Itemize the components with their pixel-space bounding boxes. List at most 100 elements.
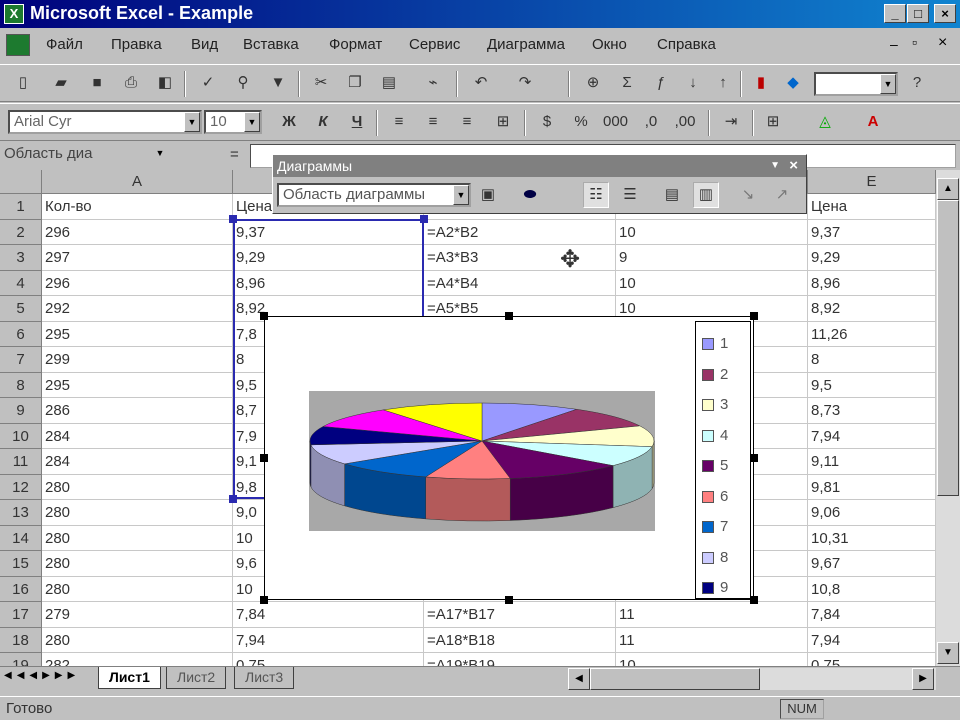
row-header[interactable]: 18 (0, 627, 42, 653)
menu-chart[interactable]: Диаграмма (487, 36, 565, 53)
by-column-icon[interactable]: ▥ (693, 182, 719, 208)
plot-area[interactable] (309, 391, 655, 531)
legend-item[interactable]: 1 (702, 328, 746, 359)
cell-e[interactable]: 9,5 (808, 372, 936, 398)
cell-a[interactable]: 299 (42, 347, 233, 373)
cell-a[interactable]: 280 (42, 576, 233, 602)
row-header[interactable]: 12 (0, 474, 42, 500)
cell-a[interactable]: 297 (42, 245, 233, 271)
font-select[interactable]: Arial Cyr ▼ (8, 110, 202, 134)
fill-color-icon[interactable]: ◬ (812, 109, 838, 135)
cell-a[interactable]: 282 (42, 653, 233, 666)
font-color-icon[interactable]: A (860, 109, 886, 135)
cell-a[interactable]: 280 (42, 474, 233, 500)
minimize-icon[interactable]: _ (884, 4, 906, 23)
menu-window[interactable]: Окно (592, 36, 627, 53)
doc-minimize-icon[interactable]: – (890, 36, 898, 52)
find-icon[interactable]: ⚲ (230, 70, 256, 96)
chart-handle[interactable] (505, 596, 513, 604)
row-header[interactable]: 2 (0, 219, 42, 245)
angle-text-down-icon[interactable]: ↘ (735, 182, 761, 208)
cell-e[interactable]: 9,81 (808, 474, 936, 500)
cell-b[interactable]: 7,94 (233, 627, 424, 653)
cell-c[interactable]: =A3*B3 (424, 245, 616, 271)
chart-handle[interactable] (750, 454, 758, 462)
scroll-thumb[interactable] (937, 200, 959, 496)
select-all-corner[interactable] (0, 170, 42, 194)
row-header[interactable]: 11 (0, 449, 42, 475)
chart-handle[interactable] (750, 596, 758, 604)
scroll-right-icon[interactable]: ▶ (912, 668, 934, 690)
decrease-decimal-icon[interactable]: ,00 (672, 109, 698, 135)
row-header[interactable]: 8 (0, 372, 42, 398)
chart-handle[interactable] (260, 596, 268, 604)
formula-equals[interactable]: = (230, 146, 239, 163)
legend-item[interactable]: 6 (702, 481, 746, 512)
doc-close-icon[interactable]: × (938, 34, 947, 52)
horizontal-scrollbar[interactable]: ◀ ▶ (568, 668, 936, 690)
cell-e[interactable]: 10,8 (808, 576, 936, 602)
cell-c[interactable]: =A19*B19 (424, 653, 616, 666)
chart-element-select[interactable]: Область диаграммы ▼ (277, 183, 471, 207)
font-size-select[interactable]: 10 ▼ (204, 110, 262, 134)
align-right-icon[interactable]: ≡ (454, 109, 480, 135)
cell-e[interactable]: 7,84 (808, 602, 936, 628)
row-header[interactable]: 3 (0, 245, 42, 271)
by-row-icon[interactable]: ▤ (659, 182, 685, 208)
cell-a[interactable]: 286 (42, 398, 233, 424)
cell-d[interactable]: 11 (616, 627, 808, 653)
cell-e[interactable]: 0,75 (808, 653, 936, 666)
row-header[interactable]: 15 (0, 551, 42, 577)
row-header[interactable]: 5 (0, 296, 42, 322)
tab-sheet3[interactable]: Лист3 (234, 667, 295, 689)
cell-a[interactable]: 279 (42, 602, 233, 628)
close-icon[interactable]: × (934, 4, 956, 23)
preview-icon[interactable]: ◧ (152, 70, 178, 96)
legend-item[interactable]: 4 (702, 420, 746, 451)
borders-icon[interactable]: ⊞ (760, 109, 786, 135)
help-icon[interactable]: ? (904, 70, 930, 96)
legend-item[interactable]: 8 (702, 542, 746, 573)
cell-b[interactable]: 9,29 (233, 245, 424, 271)
cell-a[interactable]: Кол-во (42, 194, 233, 220)
row-header[interactable]: 16 (0, 576, 42, 602)
merge-center-icon[interactable]: ⊞ (490, 109, 516, 135)
cut-icon[interactable]: ✂ (308, 70, 334, 96)
menu-insert[interactable]: Вставка (243, 36, 299, 53)
cell-a[interactable]: 284 (42, 449, 233, 475)
chart-type-icon[interactable]: ⬬ (517, 182, 543, 208)
scroll-up-icon[interactable]: ▲ (937, 178, 959, 200)
row-header[interactable]: 6 (0, 321, 42, 347)
cell-a[interactable]: 296 (42, 219, 233, 245)
undo-icon[interactable]: ↶ (468, 70, 494, 96)
cell-e[interactable]: 9,37 (808, 219, 936, 245)
sort-desc-icon[interactable]: ↑ (710, 70, 736, 96)
pie-slice-side[interactable] (309, 440, 312, 487)
range-handle[interactable] (229, 495, 237, 503)
menu-file[interactable]: Файл (46, 36, 83, 53)
align-center-icon[interactable]: ≡ (420, 109, 446, 135)
cell-e[interactable]: 9,29 (808, 245, 936, 271)
tab-sheet2[interactable]: Лист2 (166, 667, 227, 689)
maximize-icon[interactable]: □ (907, 4, 929, 23)
paint-format-icon[interactable]: ▼ (265, 70, 291, 96)
data-table-icon[interactable]: ☰ (617, 182, 643, 208)
increase-decimal-icon[interactable]: ,0 (638, 109, 664, 135)
pie-slice-side[interactable] (651, 440, 655, 490)
cell-c[interactable]: =A18*B18 (424, 627, 616, 653)
workbook-icon[interactable] (6, 34, 30, 56)
cell-c[interactable]: =A2*B2 (424, 219, 616, 245)
cell-a[interactable]: 280 (42, 627, 233, 653)
legend-item[interactable]: 2 (702, 359, 746, 390)
zoom-select[interactable]: ▼ (814, 72, 898, 96)
cell-d[interactable]: 10 (616, 270, 808, 296)
cell-b[interactable]: 8,96 (233, 270, 424, 296)
copy-icon[interactable]: ❐ (342, 70, 368, 96)
tab-sheet1[interactable]: Лист1 (98, 667, 161, 689)
align-left-icon[interactable]: ≡ (386, 109, 412, 135)
cell-d[interactable]: 10 (616, 653, 808, 666)
legend-item[interactable]: 3 (702, 389, 746, 420)
row-header[interactable]: 9 (0, 398, 42, 424)
row-header[interactable]: 19 (0, 653, 42, 666)
cell-b[interactable]: 0,75 (233, 653, 424, 666)
